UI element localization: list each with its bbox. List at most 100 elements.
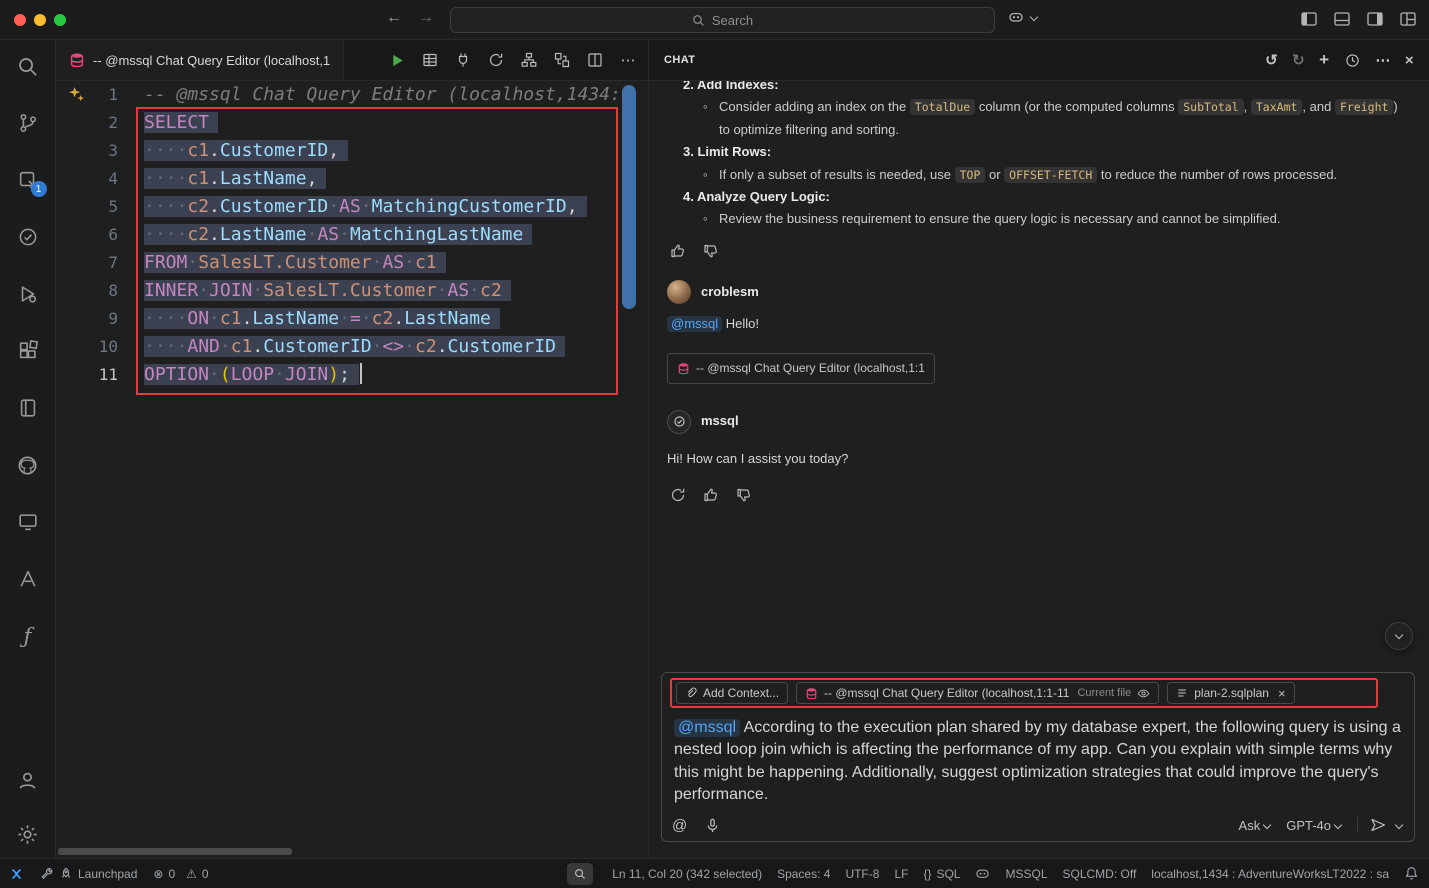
add-context-button[interactable]: Add Context... xyxy=(676,682,788,704)
run-debug-icon[interactable] xyxy=(16,282,40,306)
testing-icon[interactable] xyxy=(16,225,40,249)
schema-compare-button[interactable] xyxy=(552,50,572,70)
send-button[interactable] xyxy=(1357,817,1402,833)
sqlcmd-item[interactable]: SQLCMD: Off xyxy=(1063,867,1137,881)
thumbs-down-icon[interactable] xyxy=(702,242,720,260)
remote-explorer-icon[interactable] xyxy=(16,510,40,534)
code-line[interactable]: 2SELECT xyxy=(56,109,648,137)
chat-history-icon[interactable] xyxy=(1343,51,1361,69)
command-center-search[interactable]: Search xyxy=(450,7,995,33)
encoding-item[interactable]: UTF-8 xyxy=(845,867,879,881)
workspace-icon[interactable]: 1 xyxy=(16,168,40,192)
run-query-button[interactable] xyxy=(387,50,407,70)
code-line[interactable]: 7FROM·SalesLT.Customer·AS·c1 xyxy=(56,249,648,277)
context-file-chip[interactable]: -- @mssql Chat Query Editor (localhost,1… xyxy=(796,682,1159,704)
errors-count: 0 xyxy=(168,867,175,881)
source-control-icon[interactable] xyxy=(16,111,40,135)
line-number: 3 xyxy=(56,137,118,165)
thumbs-up-icon[interactable] xyxy=(702,486,720,504)
connection-item[interactable]: localhost,1434 : AdventureWorksLT2022 : … xyxy=(1151,867,1389,881)
indentation-item[interactable]: Spaces: 4 xyxy=(777,867,830,881)
context-plan-chip[interactable]: plan-2.sqlplan × xyxy=(1167,682,1294,704)
editor-horizontal-scrollbar[interactable] xyxy=(58,848,292,855)
code-line[interactable]: 6····c2.LastName·AS·MatchingLastName xyxy=(56,221,648,249)
close-window-button[interactable] xyxy=(14,14,26,26)
mention-chip[interactable]: @mssql xyxy=(667,316,722,332)
message-attachment-chip[interactable]: -- @mssql Chat Query Editor (localhost,1… xyxy=(667,353,935,383)
redo-icon[interactable]: ↻ xyxy=(1292,51,1305,69)
cursor-position-item[interactable]: Ln 11, Col 20 (342 selected) xyxy=(612,867,762,881)
database-projects-icon[interactable]: ƒ xyxy=(16,624,40,648)
code-line[interactable]: 5····c2.CustomerID·AS·MatchingCustomerID… xyxy=(56,193,648,221)
scroll-to-bottom-button[interactable] xyxy=(1385,622,1413,650)
problems-item[interactable]: ⊗ 0 ⚠ 0 xyxy=(153,867,208,881)
extensions-icon[interactable] xyxy=(16,339,40,363)
language-item[interactable]: {} SQL xyxy=(923,867,960,881)
inline-code: TaxAmt xyxy=(1251,99,1303,115)
mssql-item[interactable]: MSSQL xyxy=(1005,867,1047,881)
settings-gear-icon[interactable] xyxy=(16,822,40,846)
code-line[interactable]: 3····c1.CustomerID, xyxy=(56,137,648,165)
customize-layout-icon[interactable] xyxy=(1399,10,1417,28)
results-grid-button[interactable] xyxy=(420,50,440,70)
thumbs-up-icon[interactable] xyxy=(669,242,687,260)
more-actions-button[interactable]: ⋯ xyxy=(618,50,638,70)
line-number: 10 xyxy=(56,333,118,361)
close-panel-icon[interactable]: × xyxy=(1405,52,1414,69)
remote-indicator[interactable] xyxy=(8,866,24,882)
schema-designer-button[interactable] xyxy=(519,50,539,70)
editor-overview-scrollbar[interactable] xyxy=(622,85,636,309)
mode-selector[interactable]: Ask xyxy=(1239,818,1271,833)
thumbs-down-icon[interactable] xyxy=(735,486,753,504)
code-line[interactable]: 4····c1.LastName, xyxy=(56,165,648,193)
azure-icon[interactable] xyxy=(16,567,40,591)
new-chat-icon[interactable]: + xyxy=(1319,50,1329,70)
copilot-status-icon[interactable] xyxy=(975,866,990,881)
database-icon xyxy=(805,687,818,700)
microphone-icon[interactable] xyxy=(703,816,721,834)
code-line[interactable]: 10····AND·c1.CustomerID·<>·c2.CustomerID xyxy=(56,333,648,361)
mention-icon[interactable]: @ xyxy=(672,817,687,834)
copilot-sparkle-icon[interactable] xyxy=(68,86,85,103)
chevron-down-icon xyxy=(1395,630,1403,638)
code-line[interactable]: 9····ON·c1.LastName·=·c2.LastName xyxy=(56,305,648,333)
accounts-icon[interactable] xyxy=(16,768,40,792)
more-actions-icon[interactable]: ⋯ xyxy=(1375,51,1390,69)
code-line[interactable]: 1-- @mssql Chat Query Editor (localhost,… xyxy=(56,81,648,109)
chat-input-text[interactable]: @mssql According to the execution plan s… xyxy=(670,708,1406,807)
launchpad-item[interactable]: Launchpad xyxy=(40,867,137,881)
toggle-panel-icon[interactable] xyxy=(1333,10,1351,28)
remove-context-icon[interactable]: × xyxy=(1278,686,1286,701)
notebook-icon[interactable] xyxy=(16,396,40,420)
minimize-window-button[interactable] xyxy=(34,14,46,26)
toggle-secondary-sidebar-icon[interactable] xyxy=(1366,10,1384,28)
chat-input-box[interactable]: Add Context... -- @mssql Chat Query Edit… xyxy=(661,672,1415,842)
toggle-primary-sidebar-icon[interactable] xyxy=(1300,10,1318,28)
undo-icon[interactable]: ↺ xyxy=(1265,51,1278,69)
split-editor-button[interactable] xyxy=(585,50,605,70)
model-selector[interactable]: GPT-4o xyxy=(1286,818,1341,833)
code-line[interactable]: 8INNER·JOIN·SalesLT.Customer·AS·c2 xyxy=(56,277,648,305)
mention-chip[interactable]: @mssql xyxy=(674,719,740,737)
copilot-menu-button[interactable] xyxy=(1008,9,1037,25)
chat-messages[interactable]: 2. Add Indexes:◦Consider adding an index… xyxy=(649,81,1429,672)
user-name: croblesm xyxy=(701,281,759,303)
code-line[interactable]: 11OPTION·(LOOP·JOIN); xyxy=(56,361,648,389)
navigate-forward-icon[interactable]: → xyxy=(418,9,434,27)
zoom-control[interactable] xyxy=(567,863,593,885)
github-icon[interactable] xyxy=(16,453,40,477)
chevron-down-icon xyxy=(1334,820,1342,828)
navigate-back-icon[interactable]: ← xyxy=(386,9,402,27)
disconnect-plug-button[interactable] xyxy=(453,50,473,70)
list-bullet: ◦If only a subset of results is needed, … xyxy=(667,164,1411,186)
regenerate-icon[interactable] xyxy=(669,486,687,504)
eol-item[interactable]: LF xyxy=(894,867,908,881)
change-connection-button[interactable] xyxy=(486,50,506,70)
code-editor[interactable]: 1-- @mssql Chat Query Editor (localhost,… xyxy=(56,81,648,858)
assistant-name: mssql xyxy=(701,410,739,432)
editor-tab[interactable]: -- @mssql Chat Query Editor (localhost,1 xyxy=(56,40,344,80)
search-icon[interactable] xyxy=(16,54,40,78)
eye-icon[interactable] xyxy=(1137,687,1150,700)
notifications-bell-icon[interactable] xyxy=(1404,866,1419,881)
maximize-window-button[interactable] xyxy=(54,14,66,26)
